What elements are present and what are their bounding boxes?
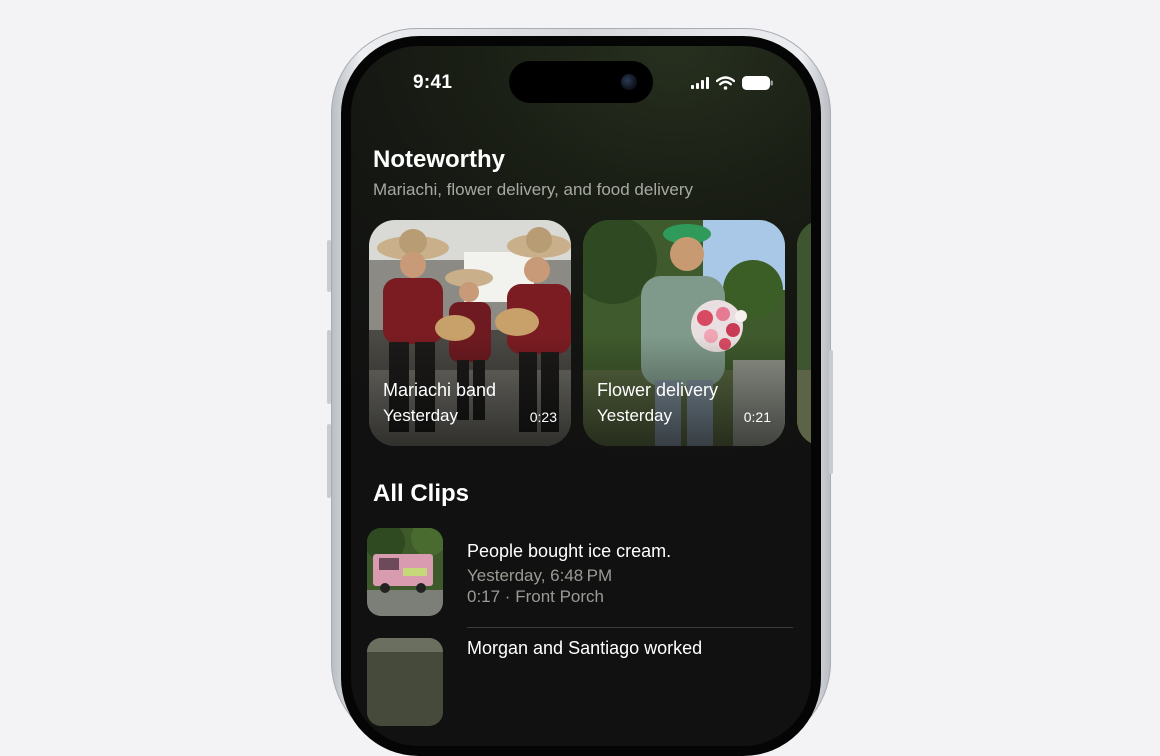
status-time: 9:41 [413,72,453,93]
clip-row[interactable]: People bought ice cream. Yesterday, 6:48… [367,528,795,628]
clip-row[interactable]: Morgan and Santiago worked [367,638,795,738]
food-delivery-thumbnail [797,220,811,446]
card-title: Mariachi band [383,380,497,400]
card-title: Flower delivery [597,380,719,400]
camera-icon [621,74,637,90]
card-date: Yesterday [597,406,672,425]
clip-duration-location: 0:17 · Front Porch [467,587,605,606]
clip-thumbnail [367,528,443,616]
status-icons [691,76,773,90]
volume-down-button [327,424,331,498]
all-clips-title: All Clips [373,480,470,507]
noteworthy-card-flower[interactable]: Flower delivery Yesterday 0:21 [583,220,785,446]
card-date: Yesterday [383,406,458,425]
card-duration: 0:23 [529,409,557,425]
ice-cream-truck-thumbnail [367,528,443,616]
clip-date: Yesterday, 6:48 PM [467,566,613,585]
noteworthy-subtitle: Mariachi, flower delivery, and food deli… [373,180,693,199]
battery-icon [742,76,773,90]
clip-thumbnail [367,638,443,726]
phone-screen: 9:41 Noteworthy Mariachi, flower deliver… [351,46,811,746]
card-duration: 0:21 [743,409,771,425]
noteworthy-card-peek[interactable] [797,220,811,446]
dynamic-island [509,61,653,103]
wifi-icon [716,76,735,90]
clip-thumbnail-image [367,638,443,726]
noteworthy-title: Noteworthy [373,146,505,173]
clip-title: Morgan and Santiago worked [467,638,703,658]
volume-up-button [327,330,331,404]
action-button [327,240,331,292]
signal-icon [691,77,709,89]
power-button [829,350,833,474]
clip-title: People bought ice cream. [467,541,672,561]
clip-divider [467,627,793,628]
noteworthy-card-mariachi[interactable]: Mariachi band Yesterday 0:23 [369,220,571,446]
